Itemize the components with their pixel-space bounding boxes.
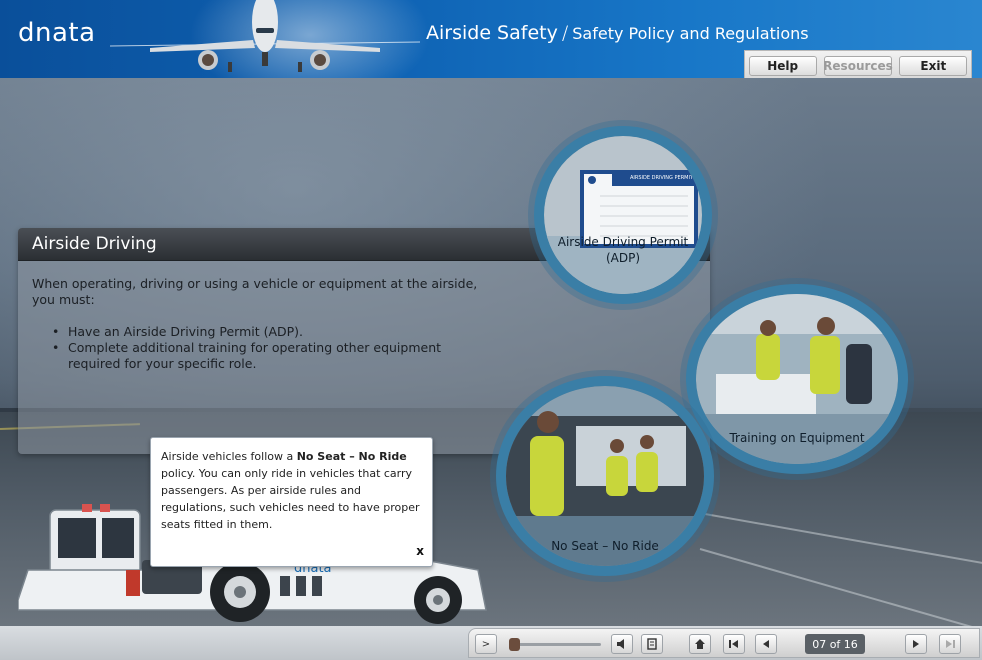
permit-card-image: AIRSIDE DRIVING PERMIT	[544, 136, 702, 294]
training-circle-button[interactable]: Training on Equipment	[686, 284, 908, 474]
callout-policy-name: No Seat – No Ride	[296, 450, 407, 463]
list-item: Complete additional training for operati…	[52, 340, 492, 372]
panel-body: When operating, driving or using a vehic…	[32, 276, 492, 372]
home-icon[interactable]	[689, 634, 711, 654]
no-seat-circle-button[interactable]: No Seat – No Ride	[496, 376, 714, 576]
next-page-icon[interactable]	[905, 634, 927, 654]
title-separator: /	[561, 22, 569, 44]
page-counter: 07 of 16	[805, 634, 865, 654]
play-button[interactable]: >	[475, 634, 497, 654]
last-page-icon[interactable]	[939, 634, 961, 654]
list-item: Have an Airside Driving Permit (ADP).	[52, 324, 492, 340]
no-seat-circle-label: No Seat – No Ride	[551, 539, 659, 553]
callout-text-before: Airside vehicles follow a	[161, 450, 297, 463]
panel-title: Airside Driving	[32, 234, 157, 254]
seek-bar[interactable]	[509, 643, 601, 646]
previous-page-icon[interactable]	[755, 634, 777, 654]
callout-text-after: policy. You can only ride in vehicles th…	[161, 467, 420, 531]
seek-handle[interactable]	[509, 638, 520, 651]
header-title: Airside Safety / Safety Policy and Regulat…	[426, 22, 809, 44]
requirement-list: Have an Airside Driving Permit (ADP). Co…	[52, 324, 492, 372]
no-seat-callout: Airside vehicles follow a No Seat – No R…	[150, 437, 433, 567]
help-button[interactable]: Help	[748, 56, 817, 76]
permit-card-title: AIRSIDE DRIVING PERMIT	[630, 175, 694, 181]
training-circle-label: Training on Equipment	[729, 431, 865, 445]
exit-button[interactable]: Exit	[899, 56, 968, 76]
airplane-icon	[110, 0, 420, 72]
first-page-icon[interactable]	[723, 634, 745, 654]
player-controls: > 07 of 16	[468, 628, 980, 658]
adp-circle-button[interactable]: AIRSIDE DRIVING PERMIT Airside Driving P…	[534, 126, 712, 304]
resources-button[interactable]: Resources	[823, 56, 893, 76]
dnata-logo: dnata	[18, 18, 96, 48]
course-title: Airside Safety	[426, 22, 558, 44]
panel-intro: When operating, driving or using a vehic…	[32, 276, 478, 307]
callout-close-button[interactable]: x	[416, 543, 424, 560]
adp-circle-label: Airside Driving Permit (ADP)	[557, 235, 689, 265]
module-title: Safety Policy and Regulations	[572, 24, 809, 43]
audio-icon[interactable]	[611, 634, 633, 654]
transcript-icon[interactable]	[641, 634, 663, 654]
